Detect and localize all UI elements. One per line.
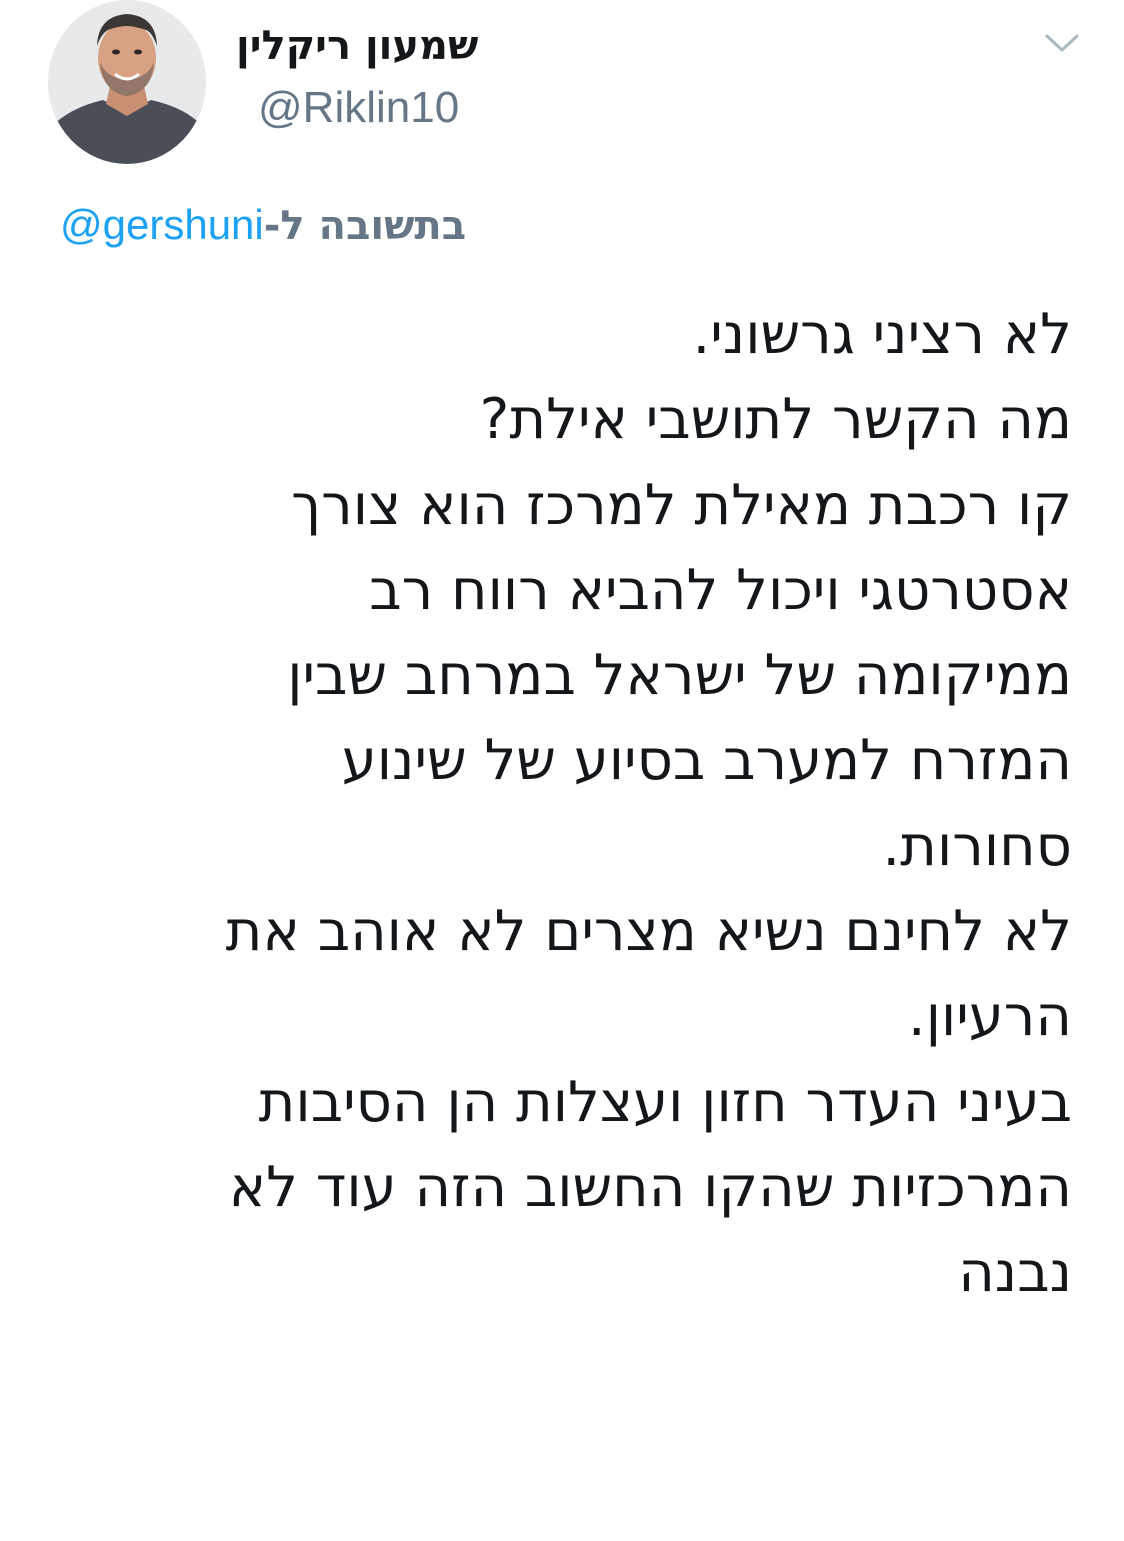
tweet-line: לא לחינם נשיא מצרים לא אוהב את — [225, 899, 1072, 965]
tweet-line: קו רכבת מאילת למרכז הוא צורך — [291, 472, 1072, 538]
tweet-line: המרכזיות שהקו החשוב הזה עוד לא — [228, 1154, 1072, 1220]
tweet-line: ממיקומה של ישראל במרחב שבין — [287, 643, 1072, 709]
reply-mention-link[interactable]: @gershuni — [60, 201, 264, 248]
avatar[interactable] — [48, 0, 206, 164]
author-handle[interactable]: @Riklin10 — [258, 82, 459, 134]
tweet-line: מה הקשר לתושבי אילת? — [479, 387, 1072, 453]
profile-photo — [48, 0, 206, 164]
author-display-name[interactable]: שמעון ריקלין — [236, 22, 536, 70]
tweet-line: לא רציני גרשוני. — [692, 302, 1072, 367]
reply-label: בתשובה ל- — [263, 203, 467, 249]
tweet-menu-button[interactable] — [1040, 26, 1084, 60]
reply-context: בתשובה ל-@gershuni — [60, 200, 466, 251]
tweet-line: בעיני העדר חזון ועצלות הן הסיבות — [258, 1069, 1072, 1135]
tweet-card: שמעון ריקלין @Riklin10 בתשובה ל-@gershun… — [0, 0, 1124, 1541]
tweet-line: הרעיון. — [907, 984, 1072, 1050]
tweet-line: המזרח למערב בסיוע של שינוע — [341, 728, 1072, 794]
tweet-line: סחורות. — [882, 813, 1072, 879]
tweet-line: אסטרטגי ויכול להביא רווח רב — [369, 557, 1072, 623]
tweet-text: לא רציני גרשוני. מה הקשר לתושבי אילת? קו… — [52, 292, 1072, 1316]
tweet-line: נבנה — [958, 1240, 1072, 1306]
chevron-down-icon — [1045, 34, 1079, 52]
